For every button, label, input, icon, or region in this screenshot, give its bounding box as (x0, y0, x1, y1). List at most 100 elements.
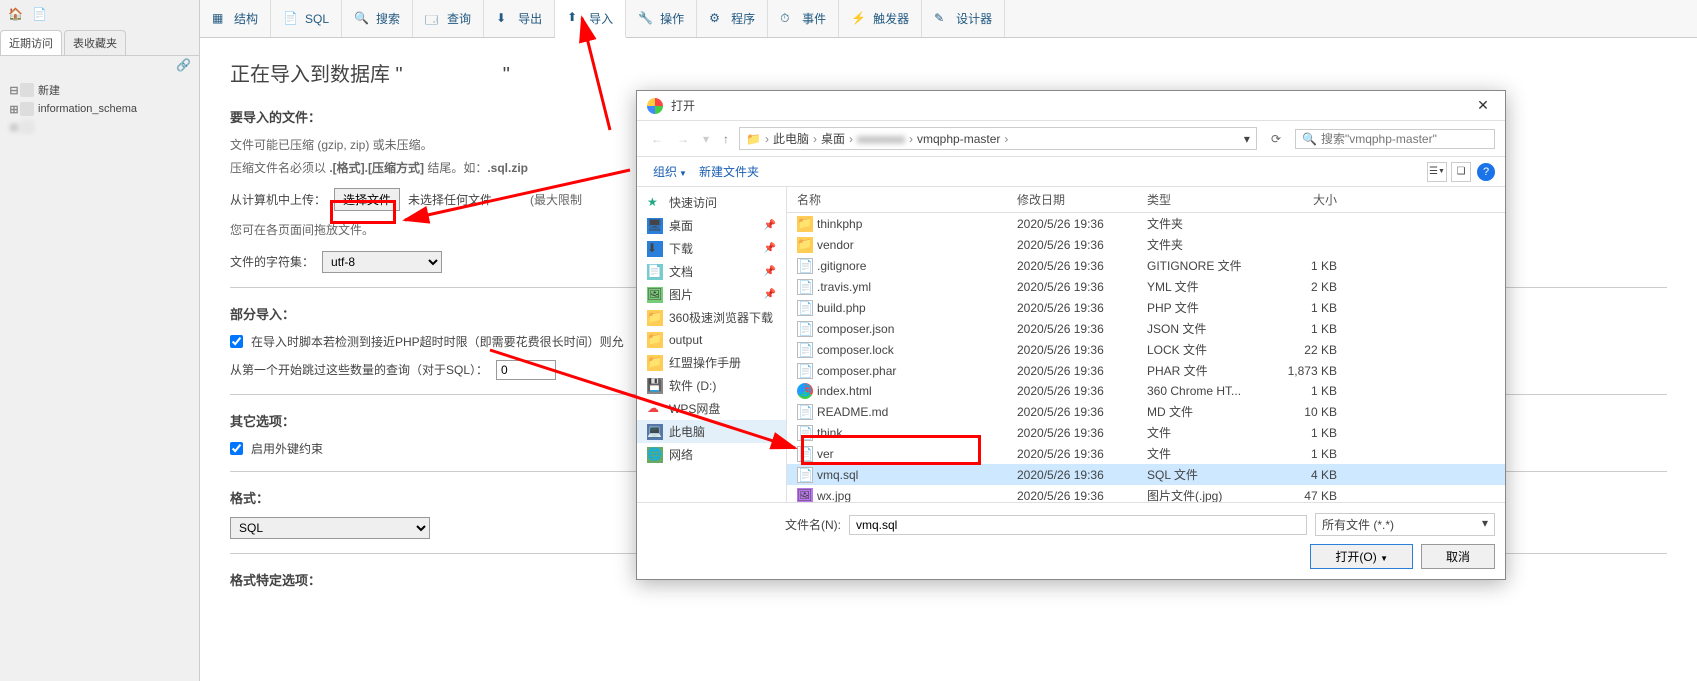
format-select[interactable]: SQL (230, 517, 430, 539)
breadcrumb-item[interactable]: vmqphp-master (917, 132, 1000, 146)
tab-trigger[interactable]: ⚡触发器 (839, 0, 922, 37)
drive-icon: 💾 (647, 378, 663, 394)
col-date[interactable]: 修改日期 (1017, 191, 1147, 208)
nav-forward-icon[interactable]: → (673, 132, 693, 146)
link-icon[interactable]: 🔗 (0, 56, 199, 74)
file-row[interactable]: 🌐index.html2020/5/26 19:36360 Chrome HT.… (787, 381, 1505, 401)
dlg-side-folder[interactable]: 📁output (637, 329, 786, 351)
fk-checkbox[interactable] (230, 442, 243, 455)
file-date: 2020/5/26 19:36 (1017, 447, 1147, 461)
dlg-side-folder[interactable]: 📁360极速浏览器下载 (637, 306, 786, 329)
file-row[interactable]: 📄composer.phar2020/5/26 19:36PHAR 文件1,87… (787, 360, 1505, 381)
expand-icon[interactable]: ⊞ (8, 121, 20, 134)
tree-new[interactable]: ⊟ 新建 (4, 80, 195, 100)
tab-designer[interactable]: ✎设计器 (922, 0, 1005, 37)
tab-import[interactable]: ⬆导入 (555, 0, 626, 38)
cancel-button[interactable]: 取消 (1421, 544, 1495, 569)
search-input[interactable] (1321, 132, 1488, 146)
tree-db-0[interactable]: ⊞ information_schema (4, 100, 195, 118)
dlg-side-drive[interactable]: 💾软件 (D:) (637, 374, 786, 397)
partial-checkbox[interactable] (230, 335, 243, 348)
tab-query[interactable]: 🗔查询 (413, 0, 484, 37)
dlg-side-wps[interactable]: ☁WPS网盘 (637, 397, 786, 420)
file-name: vmq.sql (817, 468, 858, 482)
dlg-side-star[interactable]: ★快速访问 (637, 191, 786, 214)
file-name: composer.lock (817, 343, 894, 357)
file-row[interactable]: 📄composer.lock2020/5/26 19:36LOCK 文件22 K… (787, 339, 1505, 360)
tab-search[interactable]: 🔍搜索 (342, 0, 413, 37)
view-preview-icon[interactable]: ❏ (1451, 162, 1471, 182)
file-row[interactable]: 📄ver2020/5/26 19:36文件1 KB (787, 443, 1505, 464)
file-type: 图片文件(.jpg) (1147, 487, 1267, 502)
tab-export[interactable]: ⬇导出 (484, 0, 555, 37)
home-icon[interactable]: 🏠 (8, 7, 24, 23)
breadcrumb-dropdown-icon[interactable]: ▾ (1244, 132, 1250, 146)
dlg-side-download[interactable]: ⬇下载📌 (637, 237, 786, 260)
import-icon: ⬆ (567, 10, 583, 26)
skip-input[interactable] (496, 360, 556, 380)
file-row[interactable]: 📄README.md2020/5/26 19:36MD 文件10 KB (787, 401, 1505, 422)
tab-sql[interactable]: 📄SQL (271, 0, 342, 37)
file-row[interactable]: 📄.gitignore2020/5/26 19:36GITIGNORE 文件1 … (787, 255, 1505, 276)
new-folder-button[interactable]: 新建文件夹 (693, 161, 765, 182)
reload-icon[interactable]: ⟳ (1263, 130, 1289, 148)
charset-select[interactable]: utf-8 (322, 251, 442, 273)
file-type: JSON 文件 (1147, 320, 1267, 337)
nav-up-icon[interactable]: ↑ (719, 132, 733, 146)
side-label: 红盟操作手册 (669, 354, 741, 371)
dlg-side-folder[interactable]: 📁红盟操作手册 (637, 351, 786, 374)
dlg-side-doc[interactable]: 📄文档📌 (637, 260, 786, 283)
tree-db-1[interactable]: ⊞ (4, 118, 195, 136)
pic-icon: 🖼 (647, 287, 663, 303)
breadcrumb[interactable]: 📁›此电脑›桌面›xxxxxxxx›vmqphp-master› ▾ (739, 127, 1257, 150)
file-row[interactable]: 📄build.php2020/5/26 19:36PHP 文件1 KB (787, 297, 1505, 318)
tab-structure[interactable]: ▦结构 (200, 0, 271, 37)
expand-icon[interactable]: ⊞ (8, 103, 20, 116)
file-name: .travis.yml (817, 280, 871, 294)
dlg-side-desktop[interactable]: 🖥桌面📌 (637, 214, 786, 237)
chevron-right-icon: › (813, 132, 817, 146)
file-row[interactable]: 📄think2020/5/26 19:36文件1 KB (787, 422, 1505, 443)
col-name[interactable]: 名称 (787, 191, 1017, 208)
col-size[interactable]: 大小 (1267, 191, 1347, 208)
help-icon[interactable]: ? (1477, 163, 1495, 181)
file-row[interactable]: 📁thinkphp2020/5/26 19:36文件夹 (787, 213, 1505, 234)
choose-file-button[interactable]: 选择文件 (334, 188, 400, 211)
open-button[interactable]: 打开(O) ▼ (1310, 544, 1413, 569)
file-row[interactable]: 📄vmq.sql2020/5/26 19:36SQL 文件4 KB (787, 464, 1505, 485)
file-icon: 📄 (797, 467, 813, 483)
file-row[interactable]: 📄composer.json2020/5/26 19:36JSON 文件1 KB (787, 318, 1505, 339)
filename-input[interactable] (849, 515, 1307, 535)
side-label: 360极速浏览器下载 (669, 309, 773, 326)
chevron-right-icon: › (909, 132, 913, 146)
dlg-side-pic[interactable]: 🖼图片📌 (637, 283, 786, 306)
file-row[interactable]: 📄.travis.yml2020/5/26 19:36YML 文件2 KB (787, 276, 1505, 297)
tab-ops[interactable]: 🔧操作 (626, 0, 697, 37)
tab-label: 结构 (234, 10, 258, 27)
file-row[interactable]: 🖼wx.jpg2020/5/26 19:36图片文件(.jpg)47 KB (787, 485, 1505, 502)
file-type: 文件夹 (1147, 236, 1267, 253)
sidebar-tab-recent[interactable]: 近期访问 (0, 30, 62, 55)
filter-select[interactable]: 所有文件 (*.*)▾ (1315, 513, 1495, 536)
max-limit-text: (最大限制 (530, 191, 582, 208)
filename-label: 文件名(N): (785, 516, 841, 533)
file-row[interactable]: 📁vendor2020/5/26 19:36文件夹 (787, 234, 1505, 255)
breadcrumb-item[interactable]: 此电脑 (773, 130, 809, 147)
dlg-side-pc[interactable]: 💻此电脑 (637, 420, 786, 443)
nav-recent-icon[interactable]: ▾ (699, 132, 713, 146)
close-icon[interactable]: ✕ (1471, 97, 1495, 114)
file-type: PHP 文件 (1147, 299, 1267, 316)
breadcrumb-item[interactable]: xxxxxxxx (857, 132, 905, 146)
tab-routine[interactable]: ⚙程序 (697, 0, 768, 37)
dlg-side-net[interactable]: 🌐网络 (637, 443, 786, 466)
breadcrumb-item[interactable]: 桌面 (821, 130, 845, 147)
organize-button[interactable]: 组织▼ (647, 161, 693, 182)
nav-back-icon[interactable]: ← (647, 132, 667, 146)
tab-event[interactable]: ⏱事件 (768, 0, 839, 37)
file-size: 1 KB (1267, 447, 1347, 461)
sidebar-tab-favorites[interactable]: 表收藏夹 (64, 30, 126, 55)
view-list-icon[interactable]: ☰▼ (1427, 162, 1447, 182)
search-box[interactable]: 🔍 (1295, 129, 1495, 149)
doc-icon[interactable]: 📄 (32, 7, 48, 23)
col-type[interactable]: 类型 (1147, 191, 1267, 208)
